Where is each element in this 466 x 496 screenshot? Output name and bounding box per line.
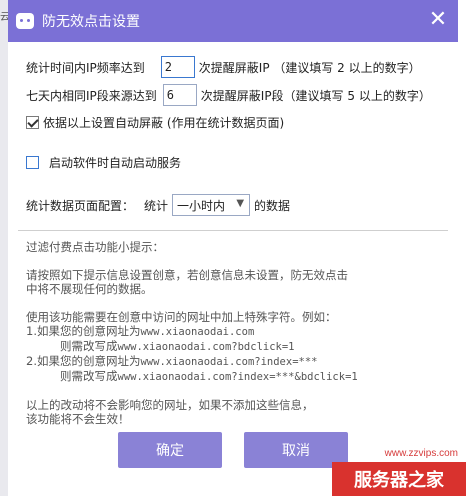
stats-period-select[interactable]: 一小时内 ▼ <box>172 194 251 216</box>
tips-line: 中将不展现任何的数据。 <box>26 282 153 296</box>
auto-block-row: 依据以上设置自动屏蔽 (作用在统计数据页面) <box>26 114 284 131</box>
ip-segment-hint: 次提醒屏蔽IP段（建议填写 5 以上的数字） <box>200 88 431 103</box>
stats-config-label: 统计数据页面配置： <box>26 198 135 213</box>
background-app-label: 云 <box>0 12 8 23</box>
tips-example-1-rewrite: 则需改写成www.xiaonaodai.com?bdclick=1 <box>60 339 295 353</box>
stats-config-prefix: 统计 <box>144 198 169 213</box>
stats-period-value: 一小时内 <box>177 198 226 213</box>
tips-line: 以上的改动将不会影响您的网址，如果不添加这些信息， <box>26 398 314 412</box>
tips-example-2-rewrite: 则需改写成www.xiaonaodai.com?index=***&bdclic… <box>60 369 358 383</box>
tips-example-2: 2.如果您的创意网址为www.xiaonaodai.com?index=*** <box>26 354 318 368</box>
autostart-checkbox[interactable] <box>26 156 39 169</box>
autostart-label: 启动软件时自动启动服务 <box>49 156 182 170</box>
ip-segment-input[interactable]: 6 <box>162 84 197 106</box>
anti-invalid-click-dialog: 防无效点击设置 ✕ 统计时间内IP频率达到 2 次提醒屏蔽IP （建议填写 2 … <box>8 0 458 496</box>
background-app-strip: 云 <box>0 0 8 496</box>
tips-panel: 过滤付费点击功能小提示： 请按照如下提示信息设置创意，若创意信息未设置，防无效点… <box>26 240 446 426</box>
stats-config-row: 统计数据页面配置： 统计 一小时内 ▼ 的数据 <box>26 194 290 216</box>
watermark-logo: 服务器之家 <box>332 462 466 496</box>
section-divider <box>18 230 448 231</box>
ok-button[interactable]: 确定 <box>118 432 222 468</box>
stats-config-suffix: 的数据 <box>254 198 291 213</box>
ip-segment-row: 七天内相同IP段来源达到 6 次提醒屏蔽IP段（建议填写 5 以上的数字） <box>26 84 431 106</box>
app-icon <box>16 13 34 29</box>
watermark-url: www.zzvips.com <box>384 448 458 459</box>
ip-segment-label: 七天内相同IP段来源达到 <box>26 88 157 103</box>
chevron-down-icon: ▼ <box>236 198 245 209</box>
ip-frequency-label: 统计时间内IP频率达到 <box>26 60 145 75</box>
tips-example-1: 1.如果您的创意网址为www.xiaonaodai.com <box>26 324 255 338</box>
tips-heading: 过滤付费点击功能小提示： <box>26 240 164 254</box>
tips-line: 使用该功能需要在创意中访问的网址中加上特殊字符。例如： <box>26 310 337 324</box>
dialog-title: 防无效点击设置 <box>42 14 140 30</box>
tips-line: 该功能将不会生效！ <box>26 412 130 426</box>
auto-block-label: 依据以上设置自动屏蔽 (作用在统计数据页面) <box>43 116 285 130</box>
ip-frequency-row: 统计时间内IP频率达到 2 次提醒屏蔽IP （建议填写 2 以上的数字） <box>26 56 421 78</box>
autostart-row: 启动软件时自动启动服务 <box>26 154 181 171</box>
tips-line: 请按照如下提示信息设置创意，若创意信息未设置，防无效点击 <box>26 268 348 282</box>
auto-block-checkbox[interactable] <box>26 116 39 129</box>
dialog-titlebar: 防无效点击设置 ✕ <box>8 0 458 42</box>
ip-frequency-hint: 次提醒屏蔽IP （建议填写 2 以上的数字） <box>198 60 421 75</box>
ip-frequency-input[interactable]: 2 <box>160 56 195 78</box>
close-button[interactable]: ✕ <box>426 9 450 33</box>
